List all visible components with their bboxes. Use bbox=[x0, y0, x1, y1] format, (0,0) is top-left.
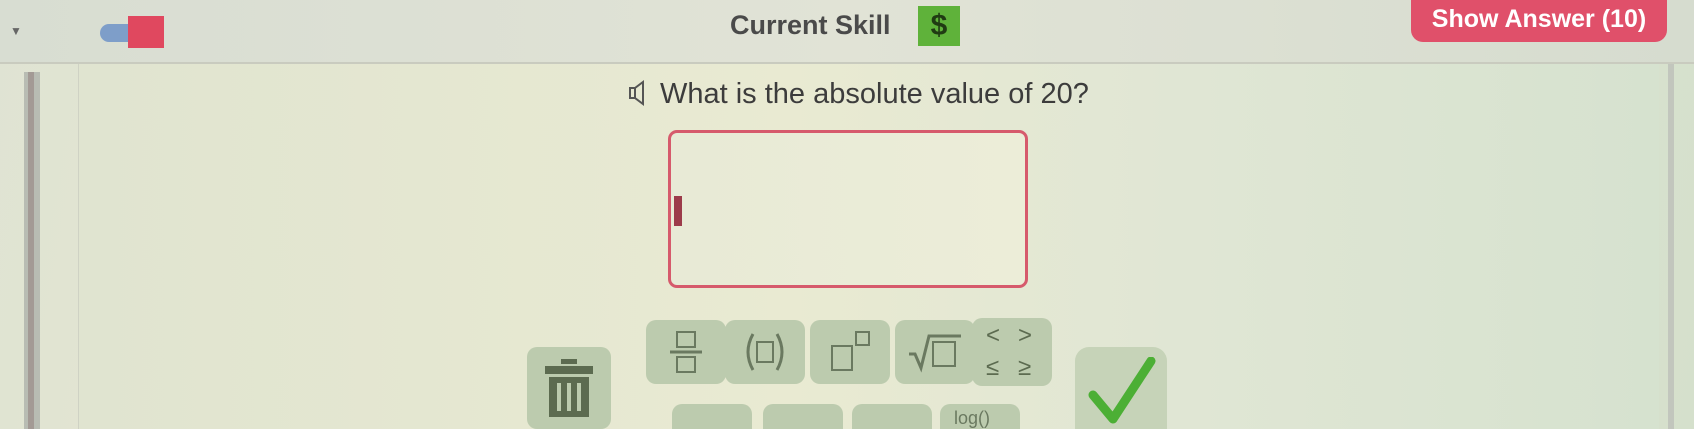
speaker-icon[interactable] bbox=[628, 80, 650, 106]
fraction-icon bbox=[670, 331, 702, 373]
exponent-key[interactable] bbox=[810, 320, 890, 384]
skill-progress-indicator bbox=[100, 16, 164, 48]
inequality-keys[interactable]: < > ≤ ≥ bbox=[972, 318, 1052, 386]
log-key[interactable]: log() bbox=[940, 404, 1020, 429]
chevron-down-icon[interactable]: ▼ bbox=[10, 24, 22, 38]
clear-button[interactable] bbox=[527, 347, 611, 429]
square-root-key[interactable] bbox=[895, 320, 975, 384]
left-scroll-track bbox=[28, 72, 34, 429]
right-edge-divider bbox=[1668, 64, 1674, 429]
keypad-key[interactable] bbox=[763, 404, 843, 429]
current-skill-label: Current Skill bbox=[730, 10, 891, 40]
submit-button[interactable] bbox=[1075, 347, 1167, 429]
fraction-key[interactable] bbox=[646, 320, 726, 384]
less-equal-key[interactable]: ≤ bbox=[986, 354, 999, 382]
parentheses-key[interactable] bbox=[725, 320, 805, 384]
parentheses-icon bbox=[746, 333, 784, 371]
top-bar: ▼ Current Skill $ Show Answer (10) bbox=[0, 0, 1694, 62]
question-text: What is the absolute value of 20? bbox=[660, 78, 1089, 110]
answer-input[interactable] bbox=[668, 130, 1028, 288]
keypad-key[interactable] bbox=[852, 404, 932, 429]
show-answer-button[interactable]: Show Answer (10) bbox=[1411, 0, 1667, 42]
progress-red-segment bbox=[128, 16, 164, 48]
dollar-icon[interactable]: $ bbox=[918, 6, 960, 46]
check-icon bbox=[1088, 357, 1156, 424]
less-than-key[interactable]: < bbox=[986, 322, 1000, 350]
log-key-label: log() bbox=[954, 408, 991, 428]
greater-than-key[interactable]: > bbox=[1018, 322, 1032, 350]
greater-equal-key[interactable]: ≥ bbox=[1018, 354, 1031, 382]
trash-icon bbox=[545, 359, 593, 417]
text-cursor bbox=[674, 196, 682, 226]
keypad-key[interactable] bbox=[672, 404, 752, 429]
square-root-icon bbox=[909, 334, 961, 373]
exponent-icon bbox=[831, 331, 870, 371]
